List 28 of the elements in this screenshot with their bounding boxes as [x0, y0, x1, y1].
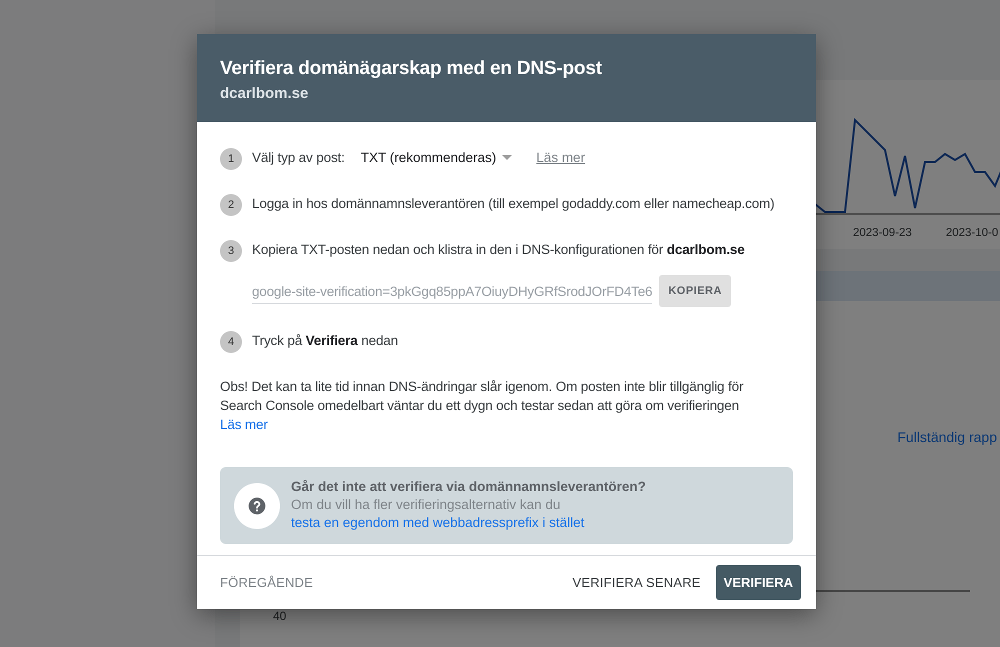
help-title: Går det inte att verifiera via domännamnsleverantören?: [291, 479, 646, 494]
back-button[interactable]: FÖREGÅENDE: [220, 575, 314, 590]
step-text: Tryck på Verifiera nedan: [252, 332, 398, 350]
step-number: 1: [220, 148, 242, 170]
step-text: Logga in hos domännamnsleverantören (till exempel godaddy.com eller namecheap.com): [252, 195, 774, 213]
dialog-title: Verifiera domänägarskap med en DNS-post: [220, 58, 603, 80]
axis-label: 40: [273, 609, 286, 623]
caret-icon: [502, 155, 512, 160]
verify-later-button[interactable]: VERIFIERA SENARE: [572, 575, 701, 590]
help-icon: [247, 496, 267, 516]
verify-button[interactable]: VERIFIERA: [716, 565, 801, 600]
step-number: 2: [220, 194, 242, 216]
date-label: 2023-10-0: [946, 227, 998, 239]
learn-more-link[interactable]: Läs mer: [220, 417, 268, 432]
step-number: 3: [220, 240, 242, 262]
learn-more-link[interactable]: Läs mer: [536, 150, 586, 165]
note-text: Obs! Det kan ta lite tid innan DNS-ändringar slår igenom. Om posten inte blir tillgänglig för Search Console omedelbart väntar du ett dygn och testar sedan att göra om verifieringen Läs mer: [220, 378, 744, 434]
step-text: Kopiera TXT-posten nedan och klistra in den i DNS-konfigurationen för dcarlbom.se: [252, 241, 745, 259]
help-text: Om du vill ha fler verifieringsalternativ kan du: [291, 497, 562, 512]
date-label: 2023-09-23: [853, 227, 912, 239]
record-field[interactable]: google-site-verification=3pkGgq85ppA7OiuyDHyGRfSrodJOrFD4Te6: [252, 278, 652, 304]
domain-name: dcarlbom.se: [220, 85, 310, 102]
copy-button[interactable]: KOPIERA: [659, 275, 731, 307]
step-number: 4: [220, 331, 242, 353]
record-type-dropdown[interactable]: TXT (rekommenderas): [360, 150, 512, 165]
prefix-property-link[interactable]: testa en egendom med webbadressprefix i stället: [291, 515, 584, 530]
step-label: Välj typ av post:: [252, 149, 345, 167]
report-link[interactable]: Fullständig rapp: [897, 429, 997, 445]
